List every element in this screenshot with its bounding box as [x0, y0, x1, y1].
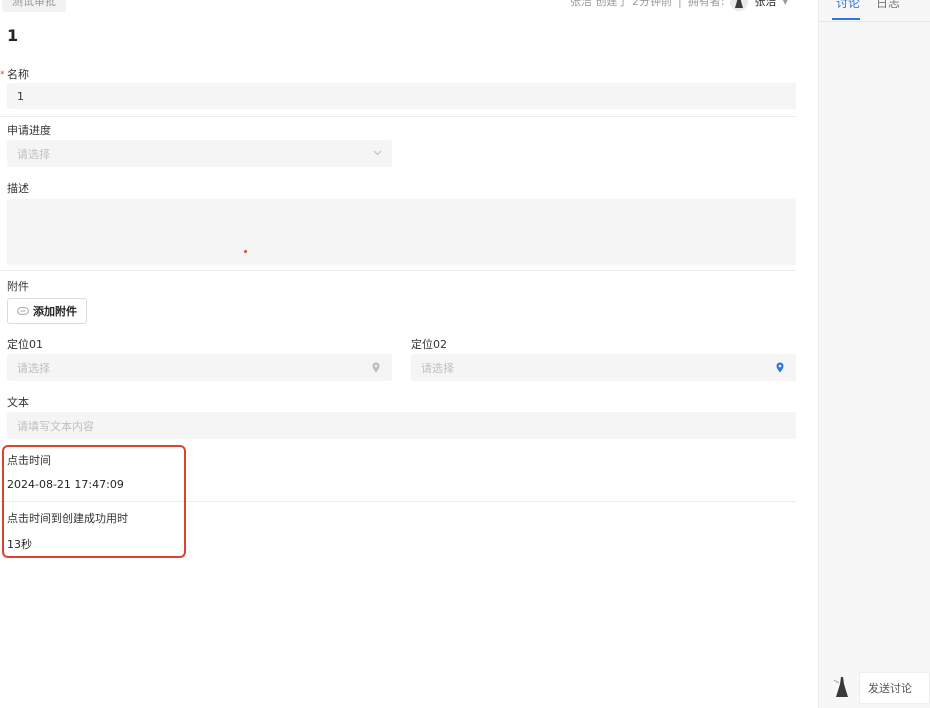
page-title: 1	[7, 26, 19, 45]
field-label-description: 描述	[7, 182, 29, 195]
discussion-sidebar	[818, 0, 930, 708]
chevron-down-icon[interactable]: ▾	[782, 0, 788, 12]
owner-name[interactable]: 张洁	[754, 0, 776, 12]
add-attachment-button[interactable]: 添加附件	[7, 298, 87, 324]
cursor-dot	[244, 250, 247, 253]
record-meta: 张洁 创建了 2分钟前 | 拥有者: 张洁 ▾	[570, 0, 788, 12]
owner-prefix: 拥有者:	[687, 0, 725, 8]
field-label-location02: 定位02	[411, 338, 447, 351]
chevron-down-icon	[373, 150, 382, 156]
user-avatar-icon[interactable]	[730, 0, 749, 11]
field-label-location01: 定位01	[7, 338, 43, 351]
active-tab-indicator	[832, 18, 860, 20]
top-bar: 测试审批 张洁 创建了 2分钟前 | 拥有者: 张洁 ▾	[0, 0, 818, 14]
name-field[interactable]: 1	[7, 83, 796, 109]
progress-select[interactable]: 请选择	[7, 140, 392, 167]
progress-placeholder: 请选择	[17, 147, 50, 161]
name-value: 1	[17, 89, 24, 103]
user-avatar-icon	[830, 674, 854, 700]
location02-placeholder: 请选择	[421, 361, 454, 375]
app-tag[interactable]: 测试审批	[2, 0, 66, 12]
highlight-annotation	[2, 445, 186, 558]
text-placeholder: 请填写文本内容	[17, 419, 94, 433]
field-label-text: 文本	[7, 396, 29, 409]
description-textarea[interactable]	[7, 199, 796, 265]
tab-discussion[interactable]: 讨论	[836, 0, 860, 11]
field-label-name: 名称	[7, 68, 29, 81]
divider	[0, 116, 796, 117]
divider	[0, 270, 796, 271]
required-mark: *	[0, 70, 5, 80]
meta-separator: |	[678, 0, 682, 8]
location-pin-icon[interactable]	[372, 362, 380, 373]
creator-text: 张洁 创建了 2分钟前	[570, 0, 673, 8]
add-attachment-label: 添加附件	[33, 305, 77, 318]
field-label-progress: 申请进度	[7, 124, 51, 137]
location02-select[interactable]: 请选择	[411, 354, 796, 381]
location01-select[interactable]: 请选择	[7, 354, 392, 381]
sidebar-tab-divider	[818, 21, 930, 22]
tab-log[interactable]: 日志	[876, 0, 900, 11]
text-input[interactable]: 请填写文本内容	[7, 412, 796, 439]
location-pin-icon[interactable]	[776, 362, 784, 373]
location01-placeholder: 请选择	[17, 361, 50, 375]
field-label-attachment: 附件	[7, 280, 29, 293]
discussion-placeholder: 发送讨论	[868, 682, 912, 695]
record-form-panel: 测试审批 张洁 创建了 2分钟前 | 拥有者: 张洁 ▾ 1 * 名称 1 申请…	[0, 0, 818, 708]
paperclip-icon	[17, 307, 29, 315]
discussion-input[interactable]: 发送讨论	[859, 672, 930, 704]
